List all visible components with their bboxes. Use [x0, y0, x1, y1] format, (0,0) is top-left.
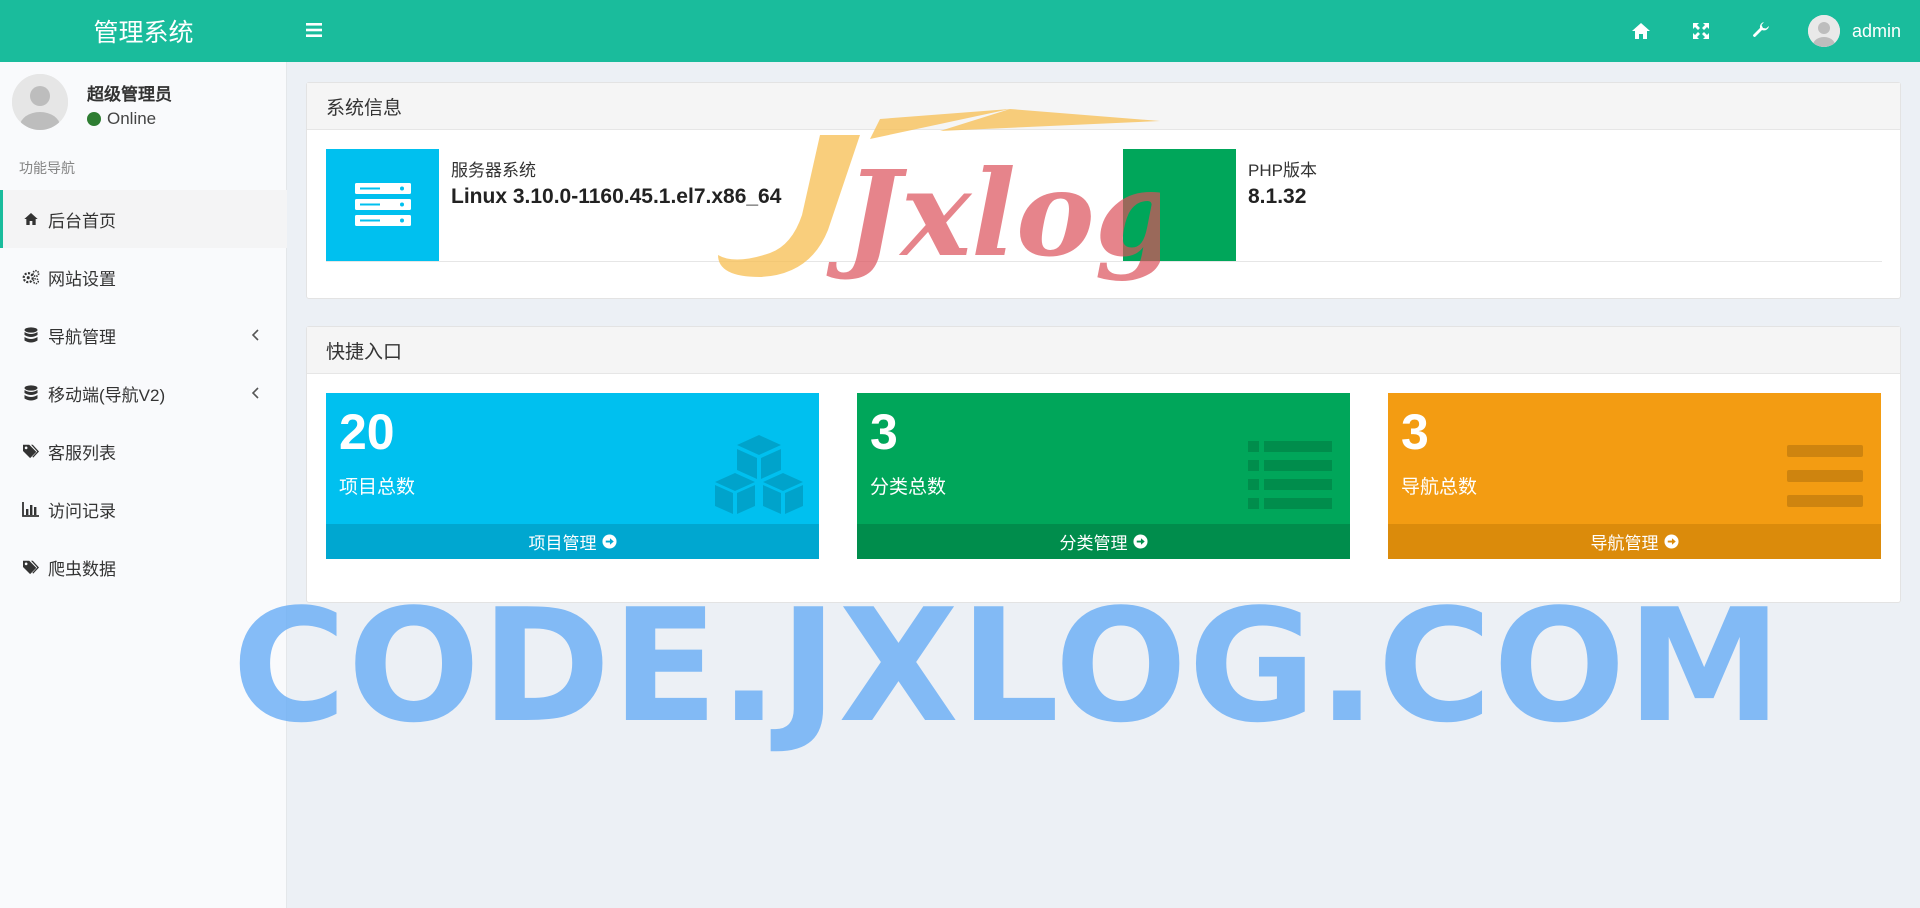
footer-link-text: 导航管理: [1590, 534, 1659, 553]
sidebar-item-label: 导航管理: [48, 327, 116, 347]
php-value: 8.1.32: [1248, 185, 1307, 208]
server-value: Linux 3.10.0-1160.45.1.el7.x86_64: [451, 185, 782, 208]
system-info-box: 系统信息 服务器系统 Linux 3.10.0-1160.45.1.el7.x8…: [306, 82, 1901, 299]
user-menu[interactable]: admin: [1808, 13, 1901, 49]
bar-chart-icon: [22, 500, 40, 518]
arrow-circle-right-icon: [1663, 534, 1679, 549]
card-label: 导航总数: [1401, 477, 1478, 498]
gears-icon: [22, 268, 40, 286]
nav-count-card: 3 导航总数 导航管理: [1388, 393, 1881, 559]
category-manage-link[interactable]: 分类管理: [857, 524, 1350, 559]
top-header: 管理系统 admin: [0, 0, 1920, 62]
sidebar-item-customer-service[interactable]: 客服列表: [0, 422, 287, 480]
cubes-icon: [709, 433, 809, 523]
nav-list: 后台首页 网站设置 导航管理 移动端(导航V2) 客服列表 访问记录 爬虫数据: [0, 190, 287, 596]
user-status: Online: [87, 109, 156, 129]
status-text: Online: [107, 109, 157, 128]
sidebar-item-label: 访问记录: [48, 501, 116, 521]
sidebar-item-mobile-nav[interactable]: 移动端(导航V2): [0, 364, 287, 422]
divider: [326, 261, 1882, 262]
home-icon: [22, 210, 40, 228]
box-title: 快捷入口: [307, 327, 1900, 374]
box-title: 系统信息: [307, 83, 1900, 130]
footer-link-text: 项目管理: [528, 534, 597, 553]
wrench-icon[interactable]: [1749, 19, 1773, 43]
tags-icon: [22, 558, 40, 576]
card-number: 3: [1401, 404, 1429, 460]
database-icon: [22, 326, 40, 344]
sidebar-item-nav-manage[interactable]: 导航管理: [0, 306, 287, 364]
server-icon: [326, 149, 439, 261]
avatar: [12, 74, 68, 130]
sidebar-item-visit-log[interactable]: 访问记录: [0, 480, 287, 538]
bars-icon: [1771, 433, 1871, 523]
nav-manage-link[interactable]: 导航管理: [1388, 524, 1881, 559]
sidebar-item-home[interactable]: 后台首页: [0, 190, 287, 248]
sidebar-item-label: 移动端(导航V2): [48, 385, 166, 405]
avatar: [1808, 15, 1840, 47]
database-icon: [22, 384, 40, 402]
arrow-circle-right-icon: [601, 534, 617, 549]
sidebar-item-label: 客服列表: [48, 443, 116, 463]
code-jxlog-watermark: CODE.JXLOG.COM: [232, 575, 1783, 757]
server-label: 服务器系统: [451, 161, 536, 180]
arrow-circle-right-icon: [1132, 534, 1148, 549]
list-icon: [1240, 433, 1340, 523]
chevron-left-icon: [249, 327, 263, 343]
category-count-card: 3 分类总数 分类管理: [857, 393, 1350, 559]
home-icon[interactable]: [1629, 19, 1653, 43]
project-count-card: 20 项目总数 项目管理: [326, 393, 819, 559]
nav-header: 功能导航: [19, 160, 75, 176]
footer-link-text: 分类管理: [1059, 534, 1128, 553]
tags-icon: [22, 442, 40, 460]
menu-toggle-icon[interactable]: [302, 18, 326, 42]
sidebar: 超级管理员 Online 功能导航 后台首页 网站设置 导航管理 移动端(导航V…: [0, 62, 287, 908]
php-info-box: PHP版本 8.1.32: [1123, 149, 1523, 261]
sidebar-item-label: 爬虫数据: [48, 559, 116, 579]
app-logo[interactable]: 管理系统: [0, 0, 287, 62]
user-panel: 超级管理员 Online: [12, 74, 282, 134]
card-label: 项目总数: [339, 477, 416, 498]
chevron-left-icon: [249, 385, 263, 401]
fullscreen-icon[interactable]: [1689, 19, 1713, 43]
card-number: 3: [870, 404, 898, 460]
card-label: 分类总数: [870, 477, 947, 498]
user-name: 超级管理员: [87, 85, 172, 104]
quick-entry-box: 快捷入口 20 项目总数 项目管理 3 分类总数 分类管理 3 导航总数 导航管…: [306, 326, 1901, 603]
php-icon: [1123, 149, 1236, 261]
username: admin: [1852, 20, 1902, 41]
server-info-box: 服务器系统 Linux 3.10.0-1160.45.1.el7.x86_64: [326, 149, 1086, 261]
card-number: 20: [339, 404, 395, 460]
online-dot-icon: [87, 112, 101, 126]
php-label: PHP版本: [1248, 161, 1317, 180]
sidebar-item-label: 网站设置: [48, 269, 116, 289]
project-manage-link[interactable]: 项目管理: [326, 524, 819, 559]
sidebar-item-site-settings[interactable]: 网站设置: [0, 248, 287, 306]
sidebar-item-label: 后台首页: [48, 211, 116, 231]
sidebar-item-crawler-data[interactable]: 爬虫数据: [0, 538, 287, 596]
